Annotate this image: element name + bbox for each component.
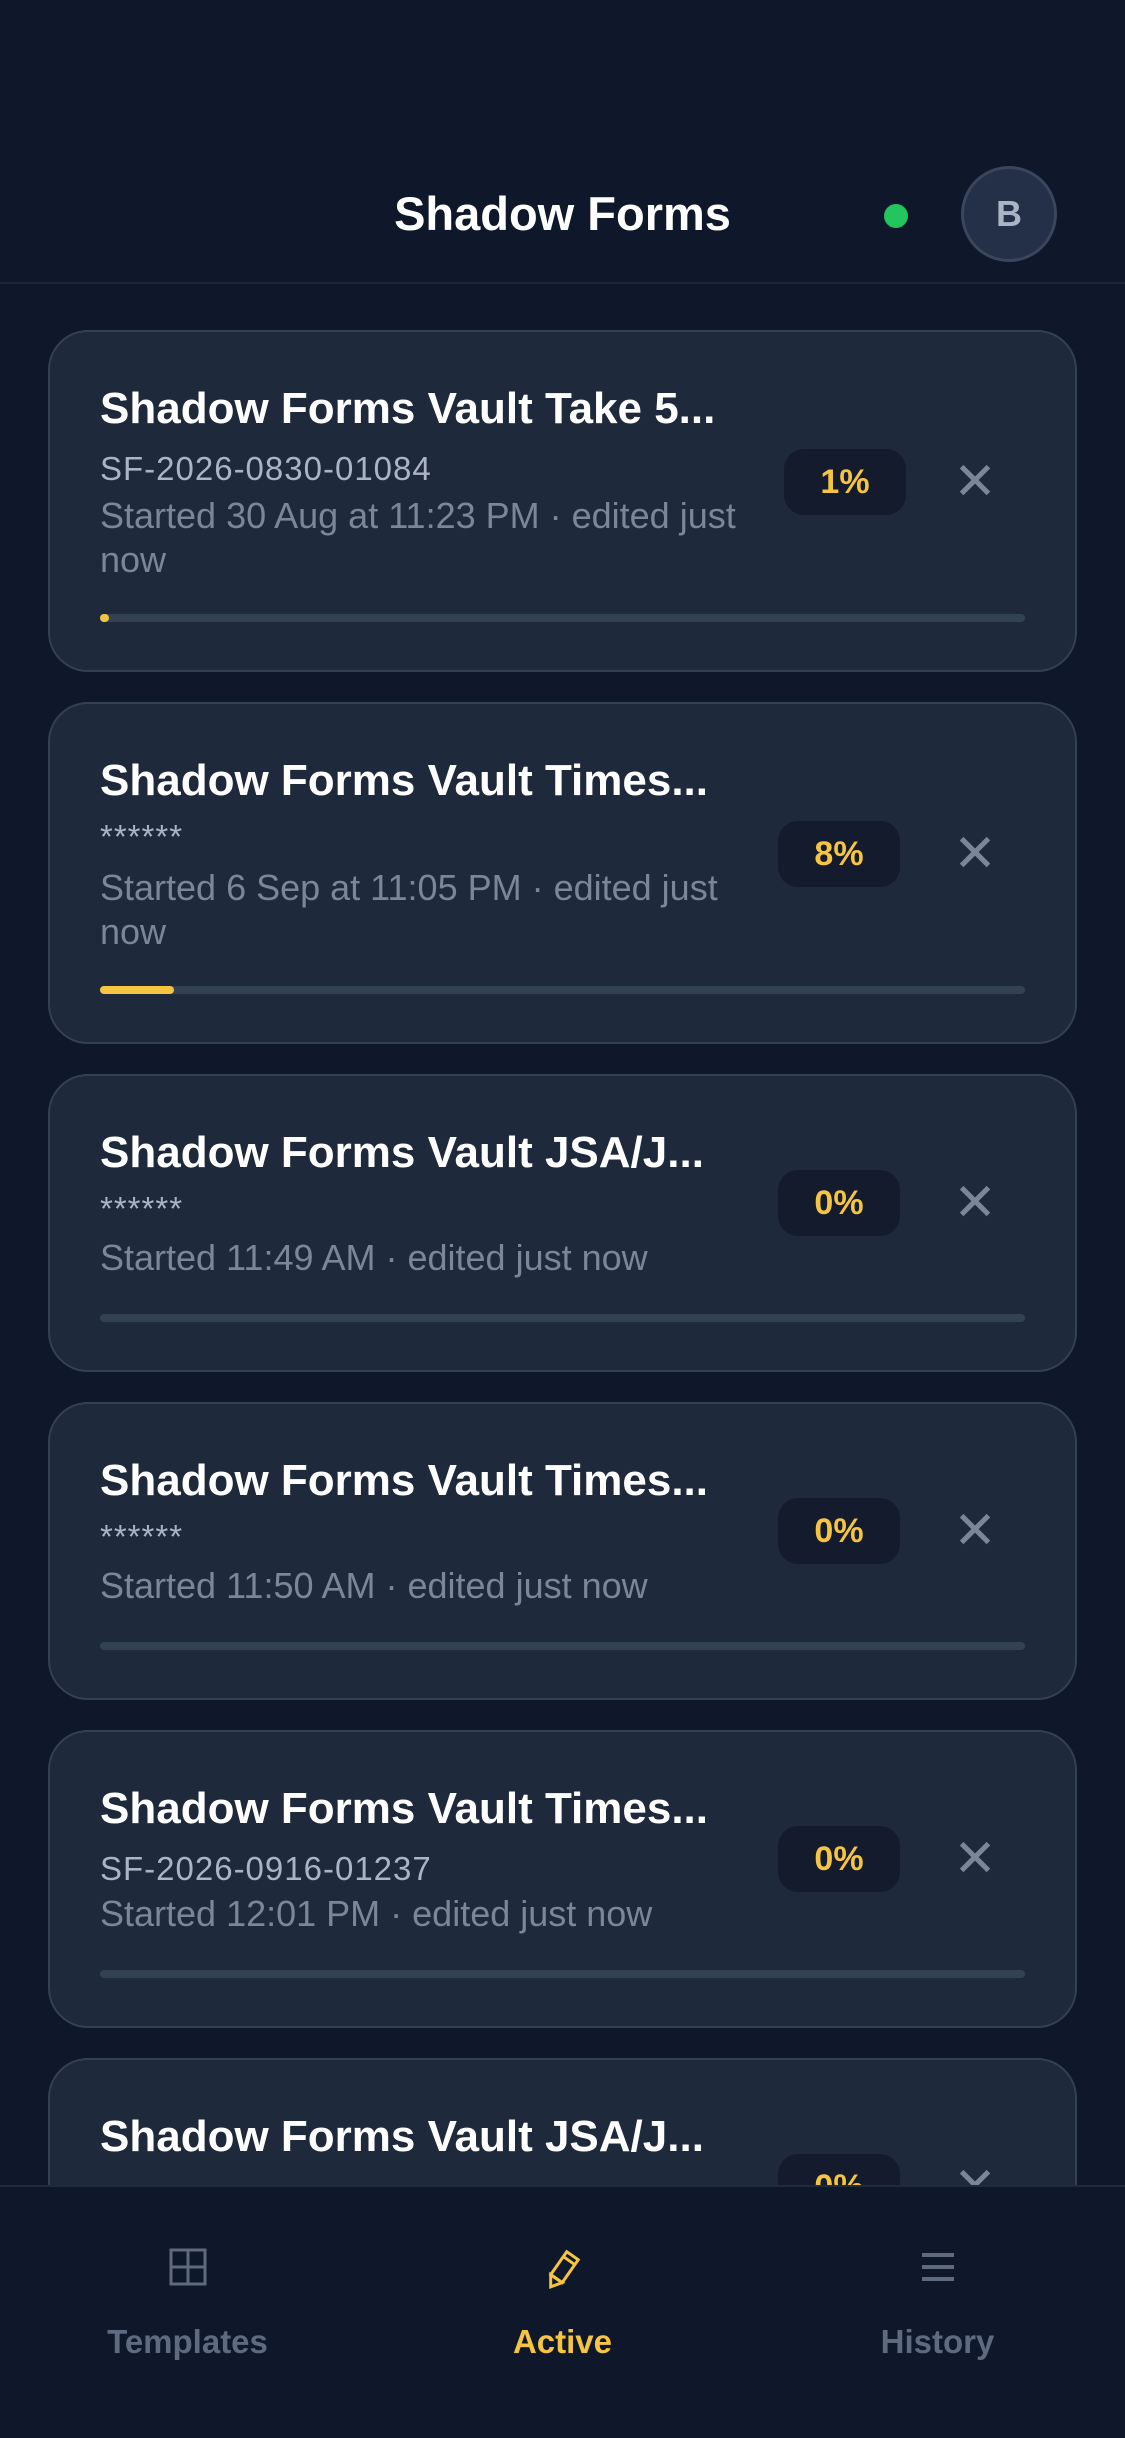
tab-label: History	[880, 2323, 995, 2360]
active-forms-list: Shadow Forms Vault Take 5... SF-2026-083…	[48, 330, 1077, 2386]
tab-label: Templates	[107, 2323, 268, 2360]
form-card[interactable]: Shadow Forms Vault Times... ****** Start…	[48, 702, 1077, 1044]
form-reference: ******	[100, 818, 184, 855]
tab-active[interactable]: Active	[375, 2187, 750, 2438]
progress-badge: 1%	[784, 449, 906, 515]
close-icon[interactable]: ✕	[950, 1502, 1000, 1560]
form-title: Shadow Forms Vault JSA/J...	[100, 1128, 704, 1177]
close-icon[interactable]: ✕	[950, 453, 1000, 511]
form-card[interactable]: Shadow Forms Vault Times... SF-2026-0916…	[48, 1730, 1077, 2028]
form-title: Shadow Forms Vault Times...	[100, 1784, 709, 1833]
progress-badge: 0%	[778, 1170, 900, 1236]
progress-track	[100, 614, 1025, 622]
grid-icon	[0, 2247, 375, 2298]
form-meta: Started 30 Aug at 11:23 PM · edited just…	[100, 495, 736, 580]
list-icon	[750, 2247, 1125, 2298]
form-meta: Started 6 Sep at 11:05 PM · edited just …	[100, 867, 718, 952]
form-title: Shadow Forms Vault JSA/J...	[100, 2112, 704, 2161]
form-reference: SF-2026-0916-01237	[100, 1850, 432, 1887]
avatar[interactable]: B	[961, 166, 1057, 262]
form-reference: ******	[100, 1518, 184, 1555]
close-icon[interactable]: ✕	[950, 1174, 1000, 1232]
online-status-indicator	[884, 204, 908, 228]
tab-label: Active	[512, 2323, 613, 2360]
close-icon[interactable]: ✕	[950, 825, 1000, 883]
progress-badge: 8%	[778, 821, 900, 887]
form-reference: SF-2026-0830-01084	[100, 450, 432, 487]
tab-history[interactable]: History	[750, 2187, 1125, 2438]
form-meta: Started 12:01 PM · edited just now	[100, 1893, 653, 1934]
form-reference: ******	[100, 1190, 184, 1227]
form-card[interactable]: Shadow Forms Vault Times... ****** Start…	[48, 1402, 1077, 1700]
form-card[interactable]: Shadow Forms Vault JSA/J... ****** Start…	[48, 1074, 1077, 1372]
progress-fill	[100, 614, 110, 622]
page-title: Shadow Forms	[394, 187, 731, 240]
form-title: Shadow Forms Vault Take 5...	[100, 384, 716, 433]
form-title: Shadow Forms Vault Times...	[100, 1456, 709, 1505]
progress-track	[100, 986, 1025, 994]
progress-fill	[100, 986, 174, 994]
app-header: Shadow Forms B	[0, 0, 1125, 284]
progress-track	[100, 1970, 1025, 1978]
close-icon[interactable]: ✕	[950, 1830, 1000, 1888]
progress-track	[100, 1314, 1025, 1322]
form-title: Shadow Forms Vault Times...	[100, 756, 709, 805]
form-card[interactable]: Shadow Forms Vault Take 5... SF-2026-083…	[48, 330, 1077, 672]
tab-templates[interactable]: Templates	[0, 2187, 375, 2438]
pencil-icon	[375, 2247, 750, 2306]
progress-track	[100, 1642, 1025, 1650]
bottom-tab-bar: Templates Active History	[0, 2185, 1125, 2438]
progress-badge: 0%	[778, 1498, 900, 1564]
form-meta: Started 11:50 AM · edited just now	[100, 1565, 648, 1606]
form-meta: Started 11:49 AM · edited just now	[100, 1237, 648, 1278]
progress-badge: 0%	[778, 1826, 900, 1892]
